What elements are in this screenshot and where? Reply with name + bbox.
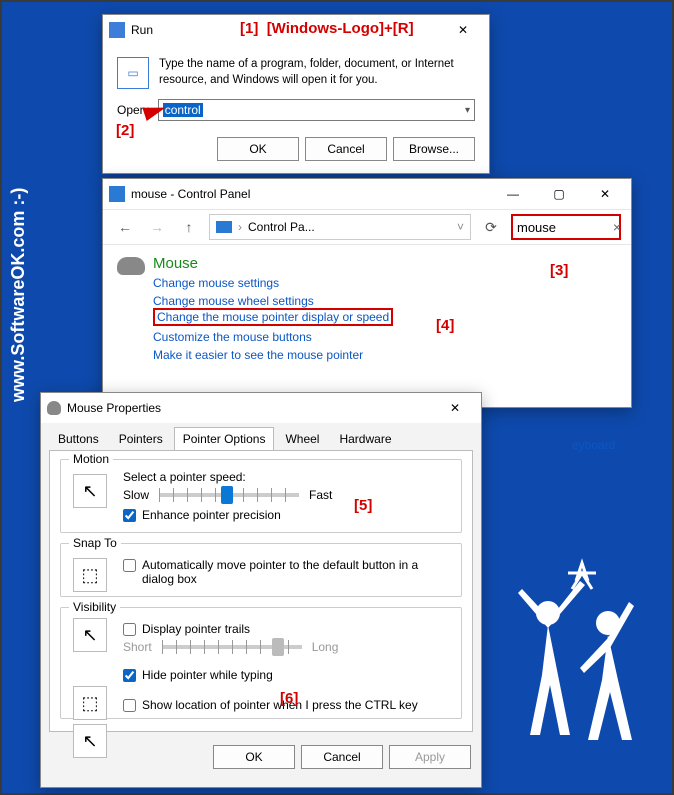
ok-button[interactable]: OK <box>217 137 299 161</box>
clear-icon[interactable]: × <box>613 219 621 235</box>
cancel-button[interactable]: Cancel <box>301 745 383 769</box>
apply-button[interactable]: Apply <box>389 745 471 769</box>
run-title: Run <box>131 23 437 37</box>
browse-button[interactable]: Browse... <box>393 137 475 161</box>
short-label: Short <box>123 640 152 654</box>
trails-icon: ↖ <box>73 618 107 652</box>
group-visibility-title: Visibility <box>69 600 120 614</box>
group-motion: Motion ↖ Select a pointer speed: Slow Fa… <box>60 459 462 533</box>
long-label: Long <box>312 640 339 654</box>
cp-search-input[interactable]: mouse <box>511 214 621 240</box>
cp-app-icon <box>109 186 125 202</box>
open-combobox[interactable]: control ▾ <box>158 99 475 121</box>
cp-title: mouse - Control Panel <box>131 187 487 201</box>
enhance-precision-checkbox[interactable]: Enhance pointer precision <box>123 508 451 522</box>
tab-pointer-options[interactable]: Pointer Options <box>174 427 275 451</box>
control-panel-window: mouse - Control Panel ― ▢ ✕ ← → ↑ › Cont… <box>102 178 632 408</box>
close-icon[interactable]: ✕ <box>443 16 483 44</box>
mp-titlebar[interactable]: Mouse Properties ✕ <box>41 393 481 423</box>
hide-typing-icon: ⬚ <box>73 686 107 720</box>
breadcrumb-sep: › <box>238 220 242 234</box>
run-titlebar[interactable]: Run ✕ <box>103 15 489 45</box>
tab-wheel[interactable]: Wheel <box>276 427 328 451</box>
run-dialog: Run ✕ ▭ Type the name of a program, fold… <box>102 14 490 174</box>
run-description: Type the name of a program, folder, docu… <box>159 57 475 89</box>
run-app-icon <box>109 22 125 38</box>
close-icon[interactable]: ✕ <box>585 180 625 208</box>
cp-link-buttons[interactable]: Customize the mouse buttons <box>153 330 615 344</box>
chevron-down-icon[interactable]: ˅ <box>457 220 464 234</box>
cp-titlebar[interactable]: mouse - Control Panel ― ▢ ✕ <box>103 179 631 209</box>
fast-label: Fast <box>309 488 332 502</box>
cp-root-icon <box>216 221 232 233</box>
ctrl-locate-icon: ↖ <box>73 724 107 758</box>
mp-title: Mouse Properties <box>67 401 429 415</box>
pointer-trails-checkbox[interactable]: Display pointer trails <box>123 622 451 636</box>
cp-link-visibility[interactable]: Make it easier to see the mouse pointer <box>153 348 615 362</box>
mp-tabstrip: Buttons Pointers Pointer Options Wheel H… <box>41 423 481 451</box>
mouse-icon <box>47 401 61 415</box>
minimize-icon[interactable]: ― <box>493 180 533 208</box>
trail-length-slider <box>162 645 302 649</box>
pointer-speed-label: Select a pointer speed: <box>123 470 451 484</box>
pointer-speed-icon: ↖ <box>73 474 107 508</box>
mouse-properties-dialog: Mouse Properties ✕ Buttons Pointers Poin… <box>40 392 482 788</box>
people-silhouette-icon <box>498 553 658 773</box>
mouse-device-icon <box>117 257 145 275</box>
breadcrumb-item[interactable]: Control Pa... <box>248 220 315 234</box>
chevron-down-icon[interactable]: ▾ <box>465 105 470 116</box>
group-visibility: Visibility ↖ Display pointer trails Shor… <box>60 607 462 719</box>
address-bar[interactable]: › Control Pa... ˅ <box>209 214 471 240</box>
tab-pointers[interactable]: Pointers <box>110 427 172 451</box>
nav-up-icon[interactable]: ↑ <box>177 215 201 239</box>
cp-link-pointer-display[interactable]: Change the mouse pointer display or spee… <box>157 310 389 324</box>
cp-link-keyboard-fragment[interactable]: eyboard <box>572 438 615 452</box>
hide-while-typing-checkbox[interactable]: Hide pointer while typing <box>123 668 451 682</box>
run-hero-icon: ▭ <box>117 57 149 89</box>
brand-vertical-text: www.SoftwareOK.com :-) <box>8 188 29 402</box>
snap-to-icon: ⬚ <box>73 558 107 592</box>
ctrl-locate-checkbox[interactable]: Show location of pointer when I press th… <box>123 698 451 712</box>
pointer-speed-slider[interactable] <box>159 493 299 497</box>
group-motion-title: Motion <box>69 452 113 466</box>
snap-to-checkbox[interactable]: Automatically move pointer to the defaul… <box>123 558 451 586</box>
maximize-icon[interactable]: ▢ <box>539 180 579 208</box>
ok-button[interactable]: OK <box>213 745 295 769</box>
cp-link-settings[interactable]: Change mouse settings <box>153 276 615 290</box>
tab-buttons[interactable]: Buttons <box>49 427 108 451</box>
slow-label: Slow <box>123 488 149 502</box>
cp-link-wheel[interactable]: Change mouse wheel settings <box>153 294 615 308</box>
group-snapto-title: Snap To <box>69 536 121 550</box>
cancel-button[interactable]: Cancel <box>305 137 387 161</box>
refresh-icon[interactable]: ⟳ <box>479 215 503 239</box>
group-snapto: Snap To ⬚ Automatically move pointer to … <box>60 543 462 597</box>
cp-result-heading[interactable]: Mouse <box>153 255 615 272</box>
tab-hardware[interactable]: Hardware <box>330 427 400 451</box>
open-value: control <box>163 103 203 117</box>
close-icon[interactable]: ✕ <box>435 394 475 422</box>
nav-forward-icon[interactable]: → <box>145 215 169 239</box>
nav-back-icon[interactable]: ← <box>113 215 137 239</box>
